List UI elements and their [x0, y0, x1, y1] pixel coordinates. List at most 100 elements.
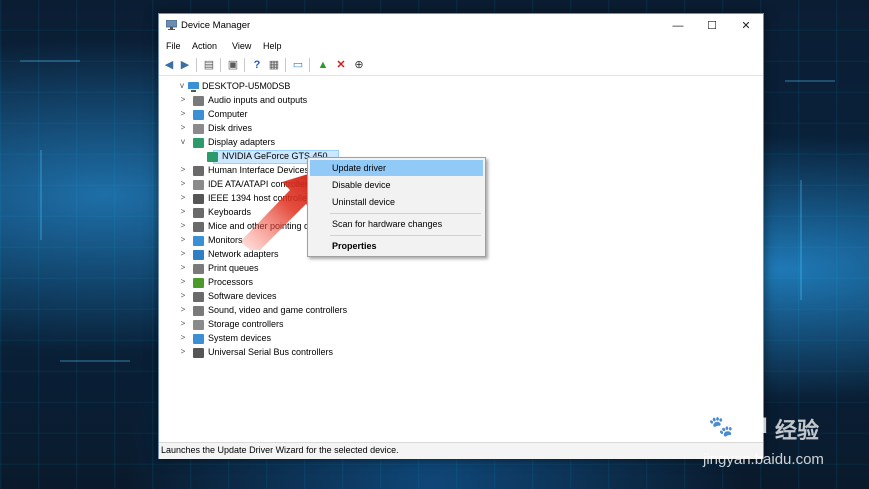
expand-chevron-icon[interactable]: > [179, 193, 187, 202]
tree-category-item[interactable]: > Print queues [159, 262, 459, 276]
expand-chevron-icon[interactable]: > [179, 179, 187, 188]
window-title: Device Manager [181, 20, 251, 31]
tree-category-item[interactable]: > Audio inputs and outputs [159, 94, 459, 108]
baidu-logo: Bai🐾du [665, 407, 768, 440]
menu-disable-device[interactable]: Disable device [310, 177, 483, 193]
expand-chevron-icon[interactable]: > [179, 235, 187, 244]
tree-item-label: Print queues [208, 263, 259, 273]
forward-arrow-icon[interactable]: ▶ [178, 58, 192, 72]
menu-file[interactable]: File [166, 41, 181, 51]
toolbar: ◀ ▶ ▤ ▣ ? ▦ ▭ ▲ ✕ ⊕ [159, 55, 763, 76]
menu-update-driver[interactable]: Update driver [310, 160, 483, 176]
tree-item-label: Network adapters [208, 249, 279, 259]
expand-chevron-icon[interactable]: > [179, 95, 187, 104]
expand-chevron-icon[interactable]: > [179, 333, 187, 342]
background-decor [785, 80, 835, 82]
background-decor [40, 150, 42, 240]
title-bar[interactable]: Device Manager — ☐ ✕ [159, 14, 763, 38]
expand-chevron-icon[interactable]: > [179, 109, 187, 118]
download-circle-icon[interactable]: ⊕ [352, 58, 366, 72]
expand-chevron-icon[interactable]: > [179, 347, 187, 356]
tree-item-label: System devices [208, 333, 272, 343]
tree-root-label: DESKTOP-U5M0DSB [202, 81, 291, 91]
tree-item-label: Sound, video and game controllers [208, 305, 348, 315]
close-button[interactable]: ✕ [729, 14, 763, 38]
menu-bar: File Action View Help [159, 38, 763, 55]
tree-item-label: Universal Serial Bus controllers [208, 347, 334, 357]
expand-chevron-icon[interactable]: > [179, 277, 187, 286]
menu-help[interactable]: Help [263, 41, 282, 51]
device-category-icon [193, 180, 204, 190]
tree-category-item[interactable]: > Software devices [159, 290, 459, 304]
device-category-icon [193, 292, 204, 302]
back-arrow-icon[interactable]: ◀ [162, 58, 176, 72]
expand-chevron-icon[interactable]: > [179, 165, 187, 174]
device-category-icon [193, 138, 204, 148]
background-decor [800, 180, 802, 300]
action-pane-icon[interactable]: ▦ [267, 58, 281, 72]
tree-item-label: Software devices [208, 291, 277, 301]
toolbar-separator [285, 58, 286, 72]
tree-item-label: Audio inputs and outputs [208, 95, 308, 105]
toolbar-separator [220, 58, 221, 72]
watermark-cn-text: 经验 [775, 418, 820, 443]
expand-chevron-icon[interactable]: > [179, 123, 187, 132]
uninstall-x-icon[interactable]: ✕ [334, 58, 348, 72]
expand-chevron-icon[interactable]: > [179, 305, 187, 314]
watermark-url: jingyan.baidu.com [703, 451, 824, 468]
menu-separator [330, 213, 481, 214]
menu-uninstall-device[interactable]: Uninstall device [310, 194, 483, 210]
device-category-icon [193, 110, 204, 120]
status-text: Launches the Update Driver Wizard for th… [161, 445, 399, 455]
device-category-icon [193, 236, 204, 246]
expand-chevron-icon[interactable]: > [179, 249, 187, 258]
device-category-icon [193, 96, 204, 106]
update-driver-icon[interactable]: ▲ [316, 58, 330, 72]
baidu-jingyan-watermark: Bai🐾du 经验 jingyan.baidu.com [665, 395, 865, 475]
collapse-chevron-icon[interactable]: v [179, 137, 187, 146]
device-category-icon [193, 278, 204, 288]
tree-category-item[interactable]: > Storage controllers [159, 318, 459, 332]
tree-item-label: Disk drives [208, 123, 253, 133]
device-category-icon [193, 208, 204, 218]
menu-properties[interactable]: Properties [310, 238, 483, 254]
monitor-scan-icon[interactable]: ▭ [291, 58, 305, 72]
tree-category-item[interactable]: > Processors [159, 276, 459, 290]
tree-root[interactable]: v DESKTOP-U5M0DSB [159, 80, 459, 94]
device-category-icon [193, 222, 204, 232]
toolbar-separator [196, 58, 197, 72]
menu-view[interactable]: View [232, 41, 251, 51]
background-decor [60, 360, 130, 362]
background-decor [20, 60, 80, 62]
device-category-icon [193, 306, 204, 316]
device-category-icon [193, 250, 204, 260]
minimize-button[interactable]: — [661, 14, 695, 38]
menu-scan-hardware[interactable]: Scan for hardware changes [310, 216, 483, 232]
tree-category-item[interactable]: v Display adapters [159, 136, 459, 150]
expand-chevron-icon[interactable]: > [179, 319, 187, 328]
expand-chevron-icon[interactable]: > [179, 207, 187, 216]
menu-separator [330, 235, 481, 236]
menu-action[interactable]: Action [192, 41, 217, 51]
device-category-icon [193, 264, 204, 274]
device-manager-icon [166, 20, 177, 30]
tree-item-label: Storage controllers [208, 319, 284, 329]
help-icon[interactable]: ? [250, 58, 264, 72]
device-category-icon [193, 348, 204, 358]
collapse-chevron-icon[interactable]: v [178, 81, 186, 90]
tree-category-item[interactable]: > System devices [159, 332, 459, 346]
properties-icon[interactable]: ▣ [226, 58, 240, 72]
maximize-button[interactable]: ☐ [695, 14, 729, 38]
computer-icon [188, 82, 199, 92]
expand-chevron-icon[interactable]: > [179, 291, 187, 300]
console-tree-icon[interactable]: ▤ [202, 58, 216, 72]
expand-chevron-icon[interactable]: > [179, 263, 187, 272]
tree-item-label: Processors [208, 277, 254, 287]
tree-category-item[interactable]: > Computer [159, 108, 459, 122]
toolbar-separator [244, 58, 245, 72]
device-category-icon [193, 194, 204, 204]
tree-category-item[interactable]: > Sound, video and game controllers [159, 304, 459, 318]
tree-category-item[interactable]: > Universal Serial Bus controllers [159, 346, 459, 360]
expand-chevron-icon[interactable]: > [179, 221, 187, 230]
tree-category-item[interactable]: > Disk drives [159, 122, 459, 136]
